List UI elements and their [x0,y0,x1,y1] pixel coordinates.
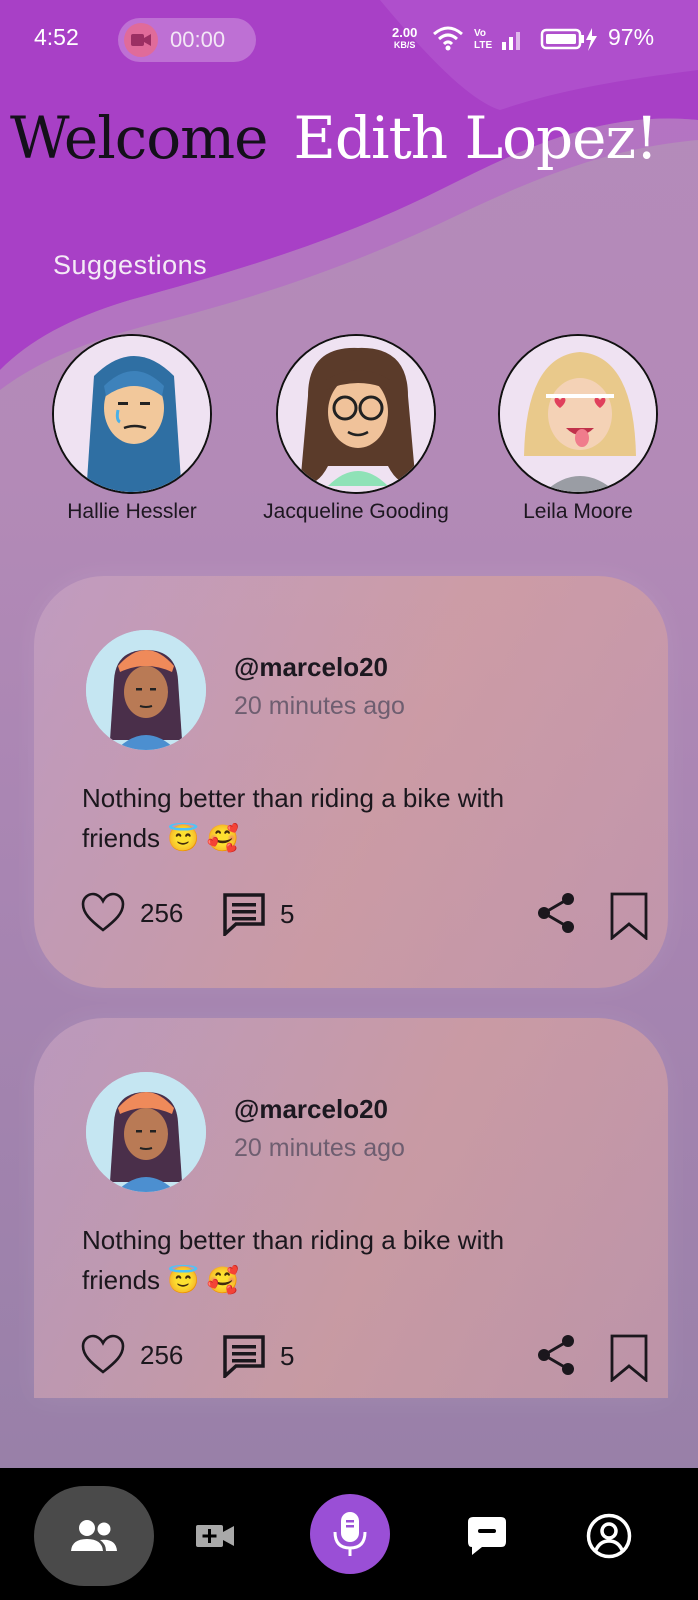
nav-chat-button[interactable] [462,1486,512,1586]
like-button[interactable]: 256 [80,892,183,934]
bottom-nav [0,1468,698,1600]
heart-icon [81,1334,125,1374]
people-icon [71,1520,117,1551]
post-text: Nothing better than riding a bike with f… [82,778,622,858]
comment-count: 5 [280,898,295,929]
welcome-heading: Welcome Edith Lopez! [10,104,658,172]
post-author-handle[interactable]: @marcelo20 [234,1094,388,1125]
status-time: 4:52 [34,24,79,50]
nav-video-button[interactable] [190,1486,240,1586]
post-actions: 256 5 [80,1334,648,1384]
bookmark-button[interactable] [610,892,648,940]
comment-count: 5 [280,1340,295,1371]
suggestion-item[interactable]: Hallie Hessler [12,334,252,524]
share-button[interactable] [536,892,576,934]
share-icon [538,893,574,933]
post-author-handle[interactable]: @marcelo20 [234,652,388,683]
suggestion-name: Jacqueline Gooding [263,500,449,523]
video-camera-icon [124,23,158,57]
share-button[interactable] [536,1334,576,1376]
suggestion-item[interactable]: Jacqueline Gooding [236,334,476,524]
suggestions-label: Suggestions [53,250,208,280]
battery-percent: 97% [608,24,655,50]
svg-text:Vo: Vo [474,28,486,39]
bookmark-icon [610,892,648,940]
bookmark-icon [610,1334,648,1382]
network-speed-unit: KB/S [393,40,416,50]
network-speed-value: 2.00 [392,25,418,40]
like-button[interactable]: 256 [80,1334,183,1376]
suggestions-row: Hallie Hessler Jacqueline Gooding Leila … [0,334,698,534]
suggestion-name: Hallie Hessler [67,500,197,523]
comment-icon [223,893,265,936]
user-name: Edith Lopez! [293,104,658,172]
comment-button[interactable]: 5 [222,1334,294,1378]
status-bar: 4:52 00:00 2.00 KB/S Vo LTE 97% [0,0,698,80]
post-text-line: Nothing better than riding a bike with [82,783,505,813]
battery-icon [540,28,597,51]
suggestion-name: Leila Moore [523,500,633,523]
post-author-avatar[interactable] [86,630,206,750]
signal-icon [502,32,520,50]
svg-text:LTE: LTE [474,40,492,51]
post-card[interactable]: @marcelo20 20 minutes ago Nothing better… [34,576,668,988]
mic-icon [333,1512,367,1556]
post-timestamp: 20 minutes ago [234,1134,405,1162]
heart-icon [81,892,125,932]
video-add-icon [196,1525,234,1547]
avatar[interactable] [276,334,436,494]
volte-icon: Vo LTE [474,28,492,51]
chat-icon [468,1517,506,1555]
bookmark-button[interactable] [610,1334,648,1382]
post-text-line: friends 😇 🥰 [82,1265,240,1295]
profile-icon [586,1513,632,1559]
like-count: 256 [140,897,184,928]
post-actions: 256 5 [80,892,648,942]
post-text: Nothing better than riding a bike with f… [82,1220,622,1300]
welcome-word: Welcome [10,104,268,172]
network-speed: 2.00 KB/S [392,26,417,52]
avatar[interactable] [498,334,658,494]
suggestion-item[interactable]: Leila Moore [458,334,698,524]
comment-icon [223,1335,265,1378]
like-count: 256 [140,1339,184,1370]
share-icon [538,1335,574,1375]
screen-recording-pill[interactable]: 00:00 [118,18,256,62]
post-text-line: Nothing better than riding a bike with [82,1225,505,1255]
post-author-avatar[interactable] [86,1072,206,1192]
post-card[interactable]: @marcelo20 20 minutes ago Nothing better… [34,1018,668,1398]
nav-profile-button[interactable] [584,1486,634,1586]
status-icons: Vo LTE [432,24,602,59]
recording-timer: 00:00 [170,27,226,52]
nav-mic-button[interactable] [310,1494,390,1574]
nav-people-button[interactable] [34,1486,154,1586]
post-text-line: friends 😇 🥰 [82,823,240,853]
avatar[interactable] [52,334,212,494]
comment-button[interactable]: 5 [222,892,294,936]
post-timestamp: 20 minutes ago [234,692,405,720]
wifi-icon [433,26,463,51]
